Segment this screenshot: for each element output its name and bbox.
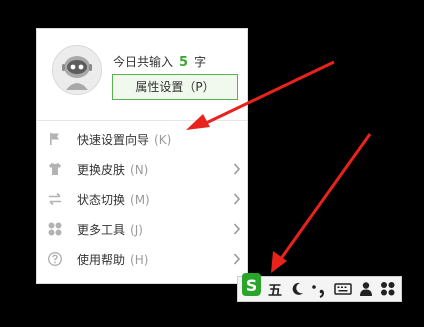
- annotation-arrow-to-quick-setup: [186, 60, 335, 130]
- annotation-arrows: [186, 60, 372, 273]
- annotation-arrow-to-logo: [271, 133, 372, 273]
